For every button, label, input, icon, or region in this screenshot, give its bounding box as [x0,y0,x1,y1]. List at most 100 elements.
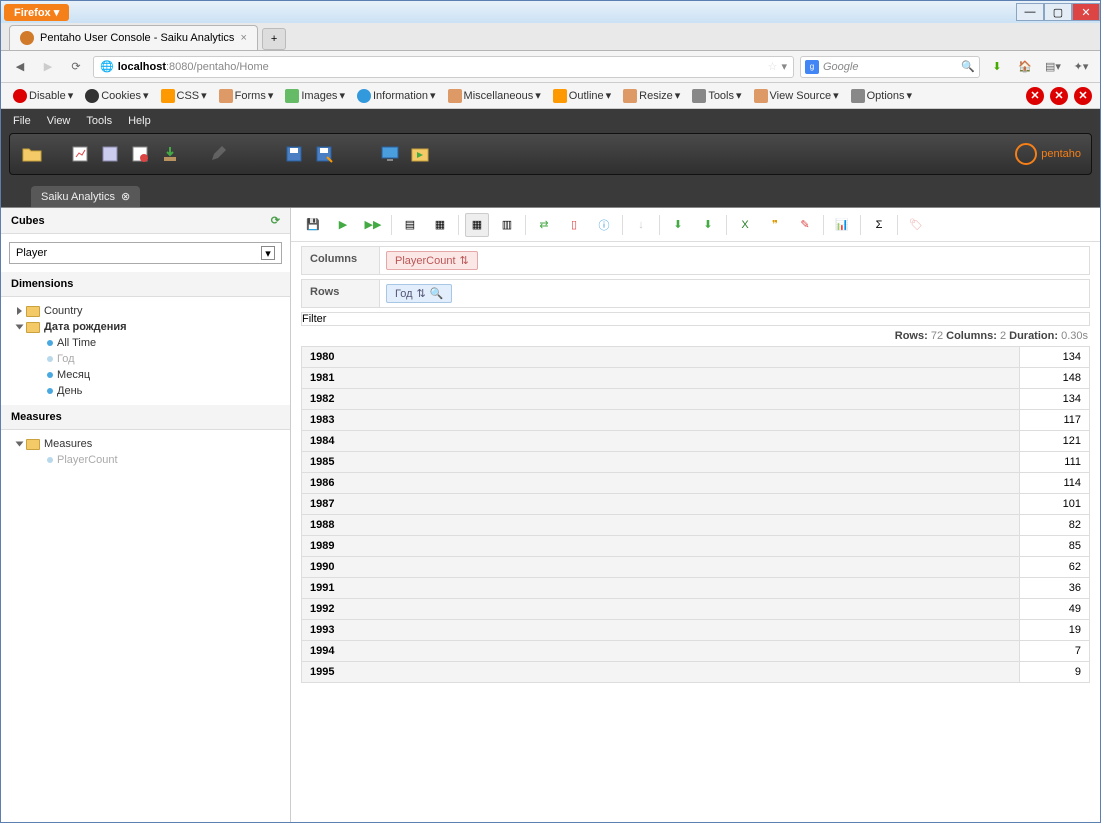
reload-button[interactable]: ⟳ [65,56,87,78]
table-row[interactable]: 1986114 [302,473,1090,494]
run-icon[interactable]: ▶ [331,213,355,237]
forward-button[interactable]: ▶ [37,56,59,78]
spark-bar-icon[interactable]: ▥ [495,213,519,237]
table-row[interactable]: 198985 [302,536,1090,557]
dev-viewsource[interactable]: View Source▾ [750,87,843,105]
window-close-button[interactable]: ✕ [1072,3,1100,21]
dev-resize[interactable]: Resize▾ [619,87,684,105]
mdx-icon[interactable]: ❞ [763,213,787,237]
table-row[interactable]: 19947 [302,641,1090,662]
menu-file[interactable]: File [13,115,31,127]
tag-icon[interactable]: 🏷 [904,213,928,237]
dev-info[interactable]: Information▾ [353,87,440,105]
back-button[interactable]: ◀ [9,56,31,78]
table-row[interactable]: 1981148 [302,368,1090,389]
devbar-close-2[interactable]: ✕ [1050,87,1068,105]
firefox-menu-button[interactable]: Firefox ▾ [4,4,69,21]
table-row[interactable]: 199136 [302,578,1090,599]
table-row[interactable]: 199249 [302,599,1090,620]
dev-cookies[interactable]: Cookies▾ [81,87,152,105]
collapse-icon[interactable] [16,325,24,330]
search-icon[interactable]: 🔍 [961,60,975,73]
screen-icon[interactable] [378,142,402,166]
export-csv-icon[interactable]: ⬇ [696,213,720,237]
cube-selector[interactable]: Player ▾ [9,242,282,264]
show-fields-icon[interactable]: ▦ [428,213,452,237]
chart-icon[interactable]: 📊 [830,213,854,237]
expand-icon[interactable] [17,307,22,315]
new-dashboard-icon[interactable] [128,142,152,166]
devbar-close-3[interactable]: ✕ [1074,87,1092,105]
new-report-icon[interactable] [98,142,122,166]
menu-tools[interactable]: Tools [86,115,112,127]
dev-css[interactable]: CSS▾ [157,87,211,105]
filter-icon[interactable]: 🔍 [430,287,444,300]
save-icon[interactable] [282,142,306,166]
devbar-close-1[interactable]: ✕ [1026,87,1044,105]
dim-birthdate[interactable]: Дата рождения [9,319,282,335]
addon-button[interactable]: ✦▾ [1070,56,1092,78]
table-row[interactable]: 199062 [302,557,1090,578]
refresh-icon[interactable]: ⟳ [271,214,280,227]
non-empty-icon[interactable]: ▯ [562,213,586,237]
play-folder-icon[interactable] [408,142,432,166]
table-row[interactable]: 1984121 [302,431,1090,452]
new-analysis-icon[interactable] [68,142,92,166]
level-month[interactable]: Месяц [9,367,282,383]
sort-icon[interactable]: ⇅ [417,287,426,300]
dropdown-icon[interactable]: ▾ [781,60,787,73]
saiku-tab[interactable]: Saiku Analytics ⊗ [31,186,140,207]
bookmarks-button[interactable]: ▤▾ [1042,56,1064,78]
level-day[interactable]: День [9,383,282,399]
browser-tab[interactable]: Pentaho User Console - Saiku Analytics × [9,25,258,50]
export-xls-icon[interactable]: ⬇ [666,213,690,237]
collapse-icon[interactable] [16,442,24,447]
measures-folder[interactable]: Measures [9,436,282,452]
drill-icon[interactable]: ↓ [629,213,653,237]
open-folder-icon[interactable] [20,142,44,166]
table-row[interactable]: 199319 [302,620,1090,641]
excel-icon[interactable]: X [733,213,757,237]
dev-images[interactable]: Images▾ [281,87,349,105]
menu-help[interactable]: Help [128,115,151,127]
hide-fields-icon[interactable]: ▤ [398,213,422,237]
dev-forms[interactable]: Forms▾ [215,87,278,105]
dev-outline[interactable]: Outline▾ [549,87,615,105]
columns-chip[interactable]: PlayerCount ⇅ [386,251,478,270]
dev-tools[interactable]: Tools▾ [688,87,745,105]
sort-icon[interactable]: ⇅ [460,254,469,267]
dropdown-icon[interactable]: ▾ [261,246,275,260]
dev-options[interactable]: Options▾ [847,87,916,105]
auto-run-icon[interactable]: ▶▶ [361,213,385,237]
download-icon[interactable] [158,142,182,166]
table-row[interactable]: 198882 [302,515,1090,536]
edit-mdx-icon[interactable]: ✎ [793,213,817,237]
dev-misc[interactable]: Miscellaneous▾ [444,87,545,105]
search-box[interactable]: g Google 🔍 [800,56,980,78]
rows-chip[interactable]: Год ⇅ 🔍 [386,284,452,303]
home-button[interactable]: 🏠 [1014,56,1036,78]
level-alltime[interactable]: All Time [9,335,282,351]
table-row[interactable]: 1980134 [302,347,1090,368]
menu-view[interactable]: View [47,115,71,127]
edit-icon[interactable] [206,142,230,166]
save-as-icon[interactable] [312,142,336,166]
tab-close-icon[interactable]: × [240,32,246,44]
spark-table-icon[interactable]: ▦ [465,213,489,237]
tab-close-icon[interactable]: ⊗ [121,190,130,203]
bookmark-star-icon[interactable]: ☆ [768,60,778,73]
info-icon[interactable]: ⓘ [592,213,616,237]
dev-disable[interactable]: Disable▾ [9,87,77,105]
window-maximize-button[interactable]: ▢ [1044,3,1072,21]
stats-icon[interactable]: Σ [867,213,891,237]
swap-axis-icon[interactable]: ⇄ [532,213,556,237]
measure-playercount[interactable]: PlayerCount [9,452,282,468]
downloads-button[interactable]: ⬇ [986,56,1008,78]
table-row[interactable]: 1985111 [302,452,1090,473]
table-row[interactable]: 1983117 [302,410,1090,431]
save-query-icon[interactable]: 💾 [301,213,325,237]
url-bar[interactable]: 🌐 localhost:8080/pentaho/Home ☆ ▾ [93,56,794,78]
table-row[interactable]: 1982134 [302,389,1090,410]
table-row[interactable]: 1987101 [302,494,1090,515]
window-minimize-button[interactable]: — [1016,3,1044,21]
